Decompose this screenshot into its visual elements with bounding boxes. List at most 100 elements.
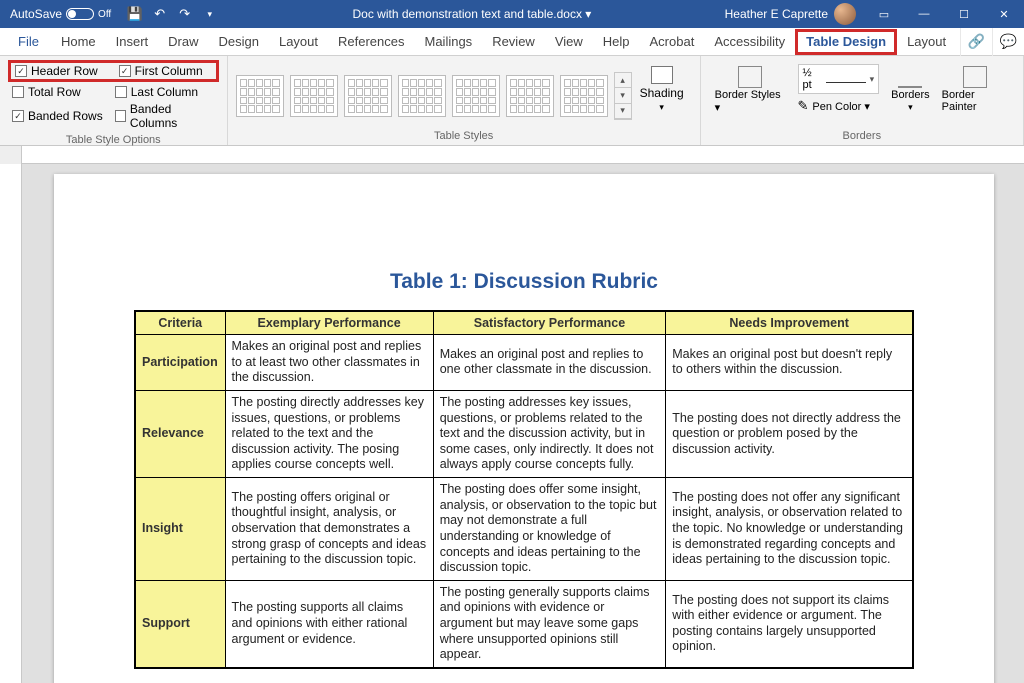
table-cell[interactable]: The posting offers original or thoughtfu…: [225, 478, 433, 581]
criteria-cell[interactable]: Participation: [135, 335, 225, 391]
ribbon-options-icon[interactable]: ▭: [864, 0, 904, 28]
autosave-toggle[interactable]: AutoSave Off: [0, 7, 117, 21]
shading-button[interactable]: Shading ▾: [632, 60, 692, 126]
redo-icon[interactable]: ↷: [177, 7, 192, 22]
group-label-table-styles: Table Styles: [228, 128, 700, 145]
tab-mailings[interactable]: Mailings: [415, 28, 483, 56]
table-cell[interactable]: The posting does not directly address th…: [666, 390, 913, 477]
header-cell[interactable]: Satisfactory Performance: [433, 311, 666, 335]
qat-more-icon[interactable]: ▾: [202, 7, 217, 22]
table-cell[interactable]: The posting does not offer any significa…: [666, 478, 913, 581]
check-total-row[interactable]: Total Row: [12, 85, 103, 99]
borders-icon: [898, 66, 922, 88]
save-icon[interactable]: 💾: [127, 7, 142, 22]
vertical-ruler[interactable]: [0, 164, 22, 683]
group-table-style-options: ✓Header Row ✓First Column Total Row Last…: [0, 56, 228, 145]
toggle-icon: [66, 8, 94, 20]
table-style-thumb[interactable]: [344, 75, 392, 117]
shading-icon: [651, 66, 673, 84]
border-painter-button[interactable]: Border Painter: [936, 60, 1015, 126]
user-account[interactable]: Heather E Caprette: [717, 3, 864, 25]
tab-help[interactable]: Help: [593, 28, 640, 56]
table-styles-gallery[interactable]: ▴▾▾: [236, 60, 632, 126]
chevron-down-icon: ▾: [908, 102, 913, 113]
tab-draw[interactable]: Draw: [158, 28, 208, 56]
rubric-table[interactable]: Criteria Exemplary Performance Satisfact…: [134, 310, 914, 669]
table-row: Insight The posting offers original or t…: [135, 478, 913, 581]
pen-line-preview: [826, 75, 865, 83]
avatar: [834, 3, 856, 25]
table-style-thumb[interactable]: [452, 75, 500, 117]
tab-view[interactable]: View: [545, 28, 593, 56]
document-viewport[interactable]: Table 1: Discussion Rubric Criteria Exem…: [22, 164, 1024, 683]
scroll-down-icon[interactable]: ▾: [615, 88, 631, 103]
check-banded-rows[interactable]: ✓Banded Rows: [12, 102, 103, 130]
tab-layout2[interactable]: Layout: [897, 28, 956, 56]
table-styles-scroll[interactable]: ▴▾▾: [614, 72, 632, 120]
horizontal-ruler[interactable]: [0, 146, 1024, 164]
tab-home[interactable]: Home: [51, 28, 106, 56]
pen-color-button[interactable]: ✎ Pen Color ▾: [798, 98, 880, 114]
table-cell[interactable]: Makes an original post and replies to on…: [433, 335, 666, 391]
close-button[interactable]: ✕: [984, 0, 1024, 28]
border-styles-button[interactable]: Border Styles ▾: [709, 60, 792, 126]
table-row: Relevance The posting directly addresses…: [135, 390, 913, 477]
group-label-borders: Borders: [701, 128, 1023, 145]
table-cell[interactable]: The posting does offer some insight, ana…: [433, 478, 666, 581]
table-cell[interactable]: The posting addresses key issues, questi…: [433, 390, 666, 477]
tab-table-design[interactable]: Table Design: [795, 29, 897, 55]
titlebar: AutoSave Off 💾 ↶ ↷ ▾ Doc with demonstrat…: [0, 0, 1024, 28]
undo-icon[interactable]: ↶: [152, 7, 167, 22]
document-title[interactable]: Doc with demonstration text and table.do…: [227, 7, 716, 21]
header-cell[interactable]: Criteria: [135, 311, 225, 335]
more-styles-icon[interactable]: ▾: [615, 104, 631, 119]
tab-layout[interactable]: Layout: [269, 28, 328, 56]
autosave-label: AutoSave: [10, 7, 62, 21]
table-style-thumb[interactable]: [236, 75, 284, 117]
pen-weight-select[interactable]: ½ pt ▾: [798, 64, 880, 94]
table-style-thumb[interactable]: [290, 75, 338, 117]
group-table-styles: ▴▾▾ Shading ▾ Table Styles: [228, 56, 701, 145]
header-cell[interactable]: Needs Improvement: [666, 311, 913, 335]
maximize-button[interactable]: ☐: [944, 0, 984, 28]
tab-references[interactable]: References: [328, 28, 414, 56]
table-cell[interactable]: The posting generally supports claims an…: [433, 580, 666, 668]
check-header-row[interactable]: ✓Header Row: [15, 64, 107, 78]
table-style-thumb[interactable]: [398, 75, 446, 117]
table-row: Participation Makes an original post and…: [135, 335, 913, 391]
criteria-cell[interactable]: Relevance: [135, 390, 225, 477]
share-button[interactable]: 🔗: [960, 28, 992, 56]
table-row: Support The posting supports all claims …: [135, 580, 913, 668]
border-painter-icon: [963, 66, 987, 88]
check-first-column[interactable]: ✓First Column: [119, 64, 212, 78]
table-cell[interactable]: The posting supports all claims and opin…: [225, 580, 433, 668]
user-name-label: Heather E Caprette: [725, 7, 828, 21]
ribbon: ✓Header Row ✓First Column Total Row Last…: [0, 56, 1024, 146]
chevron-down-icon: ▾: [870, 74, 875, 85]
table-cell[interactable]: Makes an original post but doesn't reply…: [666, 335, 913, 391]
comments-button[interactable]: 💬: [992, 28, 1024, 56]
criteria-cell[interactable]: Support: [135, 580, 225, 668]
ribbon-tabs: File Home Insert Draw Design Layout Refe…: [0, 28, 1024, 56]
tab-acrobat[interactable]: Acrobat: [640, 28, 705, 56]
table-style-thumb[interactable]: [560, 75, 608, 117]
minimize-button[interactable]: —: [904, 0, 944, 28]
check-last-column[interactable]: Last Column: [115, 85, 215, 99]
table-style-thumb[interactable]: [506, 75, 554, 117]
header-cell[interactable]: Exemplary Performance: [225, 311, 433, 335]
table-cell[interactable]: The posting directly addresses key issue…: [225, 390, 433, 477]
table-cell[interactable]: Makes an original post and replies to at…: [225, 335, 433, 391]
page-title: Table 1: Discussion Rubric: [134, 270, 914, 294]
tab-insert[interactable]: Insert: [106, 28, 159, 56]
criteria-cell[interactable]: Insight: [135, 478, 225, 581]
borders-button[interactable]: Borders ▾: [885, 60, 936, 126]
tab-review[interactable]: Review: [482, 28, 545, 56]
table-header-row: Criteria Exemplary Performance Satisfact…: [135, 311, 913, 335]
scroll-up-icon[interactable]: ▴: [615, 73, 631, 88]
table-cell[interactable]: The posting does not support its claims …: [666, 580, 913, 668]
tab-file[interactable]: File: [6, 28, 51, 56]
tab-accessibility[interactable]: Accessibility: [704, 28, 795, 56]
tab-design[interactable]: Design: [209, 28, 269, 56]
check-banded-columns[interactable]: Banded Columns: [115, 102, 215, 130]
pen-icon: ✎: [798, 98, 809, 114]
